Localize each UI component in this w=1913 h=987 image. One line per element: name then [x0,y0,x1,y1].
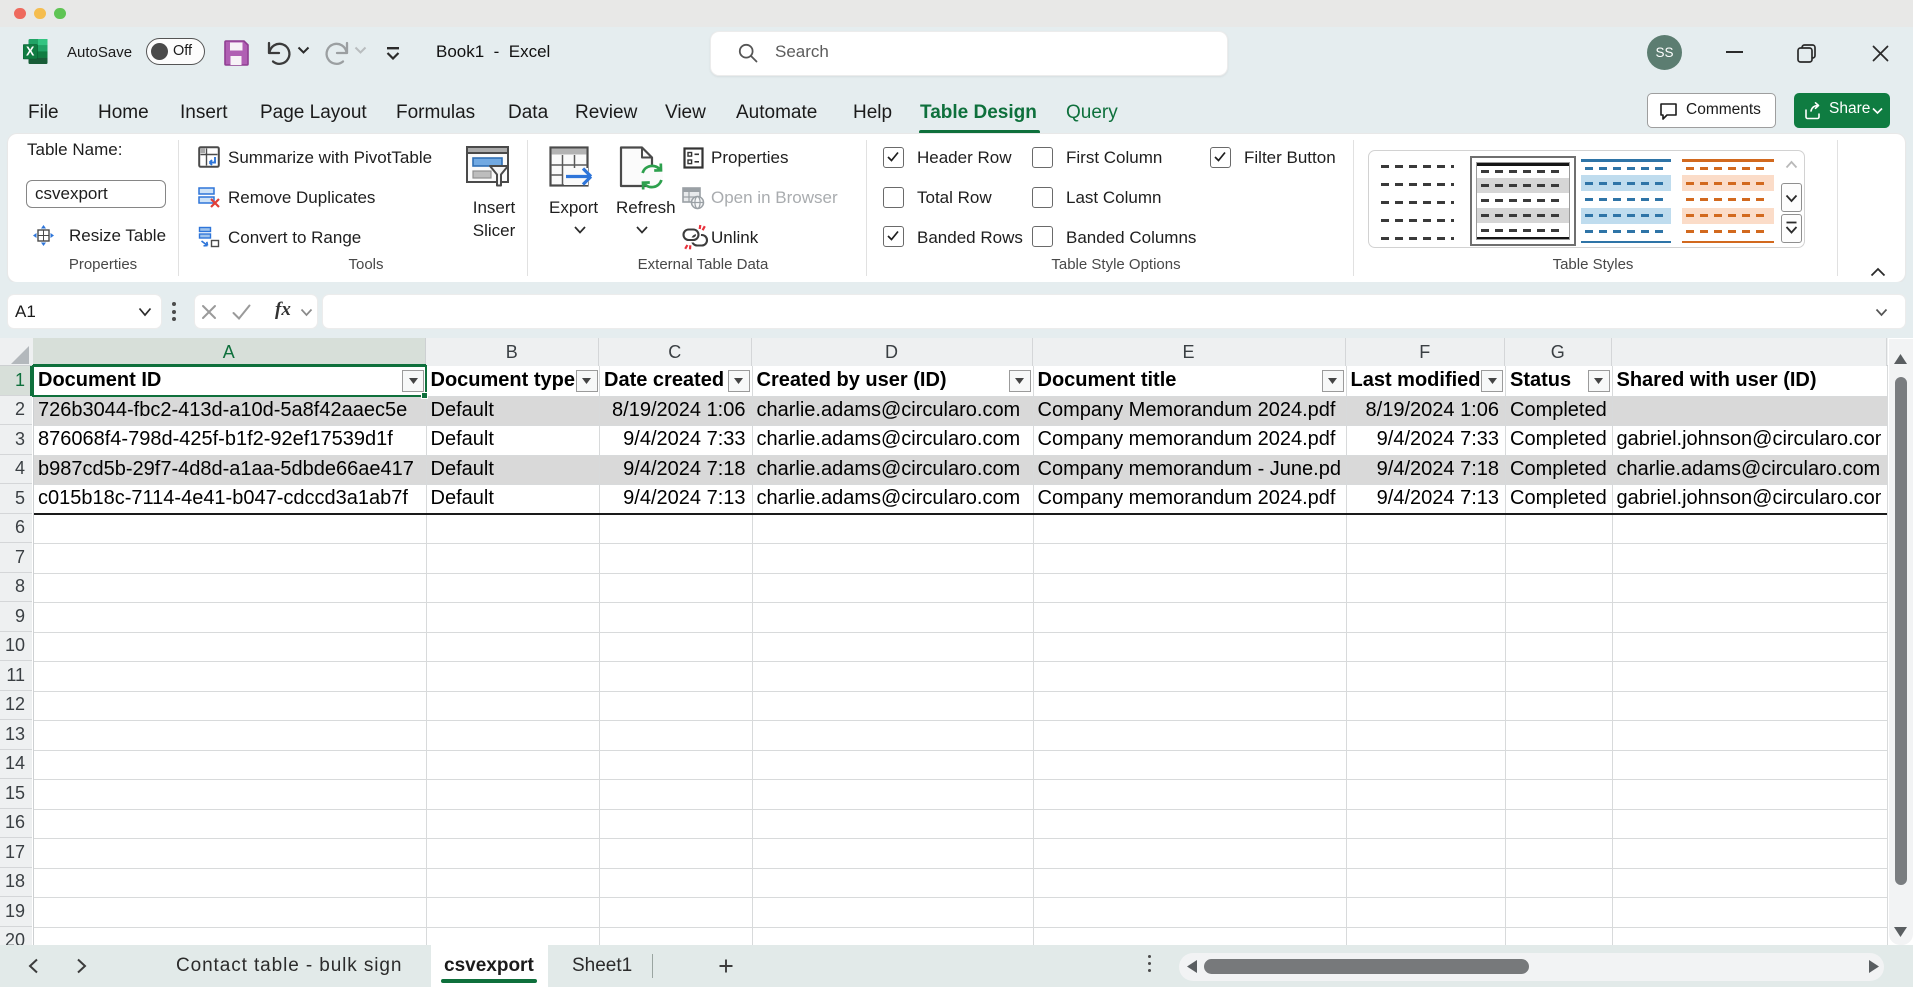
svg-text:X: X [26,45,35,59]
